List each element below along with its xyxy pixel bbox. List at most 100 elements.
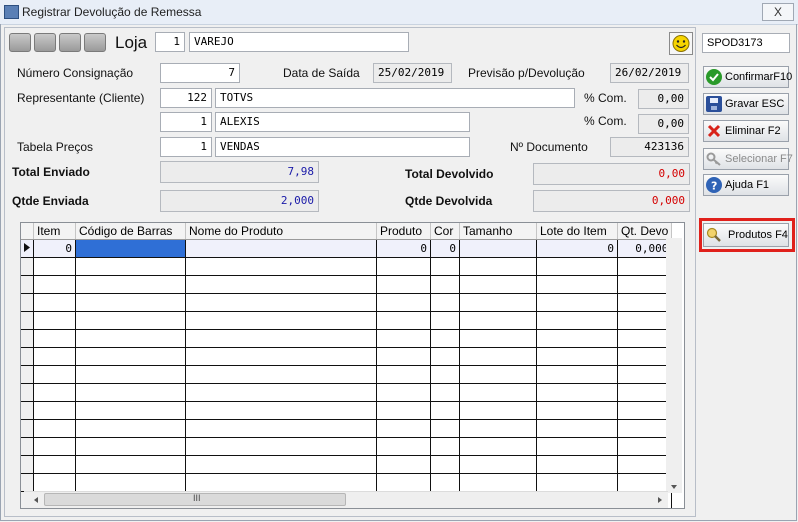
grid-cell[interactable] [33,347,76,366]
eliminar-button[interactable]: Eliminar F2 [703,120,789,142]
sub-code-field[interactable]: 1 [160,112,212,132]
grid-cell[interactable] [33,311,76,330]
nav-next-button[interactable] [59,33,81,52]
grid-cell[interactable] [75,401,186,420]
grid-cell[interactable] [33,275,76,294]
grid-cell[interactable] [459,455,537,474]
grid-cell[interactable] [185,383,377,402]
numero-consignacao-field[interactable]: 7 [160,63,240,83]
grid-cell[interactable] [430,275,460,294]
col-header-item[interactable]: Item [33,223,76,240]
grid-cell[interactable] [617,401,673,420]
grid-cell[interactable] [376,257,431,276]
col-header-nome-produto[interactable]: Nome do Produto [185,223,377,240]
grid-cell[interactable] [430,383,460,402]
ajuda-button[interactable]: ? Ajuda F1 [703,174,789,196]
grid-cell[interactable] [33,329,76,348]
grid-scroll-thumb[interactable]: III [44,493,346,506]
table-row-empty[interactable] [21,401,673,420]
grid-cell[interactable] [617,257,673,276]
grid-cell[interactable] [75,329,186,348]
grid-cell[interactable] [33,473,76,492]
table-row-empty[interactable] [21,275,673,294]
selecionar-button[interactable]: Selecionar F7 [703,148,793,170]
grid-cell[interactable] [536,293,618,312]
grid-cell[interactable] [459,329,537,348]
grid-cell[interactable] [459,311,537,330]
grid-cell[interactable] [185,455,377,474]
col-header-lote[interactable]: Lote do Item [536,223,618,240]
table-row-empty[interactable] [21,455,673,474]
loja-code-field[interactable]: 1 [155,32,185,52]
representante-name-field[interactable]: TOTVS [215,88,575,108]
grid-cell[interactable] [33,383,76,402]
grid-cell[interactable] [185,347,377,366]
table-row-empty[interactable] [21,311,673,330]
grid-cell[interactable] [430,365,460,384]
grid-cell[interactable] [536,329,618,348]
grid-cell[interactable] [185,275,377,294]
table-row-empty[interactable] [21,383,673,402]
grid-cell[interactable] [617,419,673,438]
smiley-button[interactable] [669,32,693,55]
grid-cell[interactable] [459,275,537,294]
col-header-qt-devo[interactable]: Qt. Devo [617,223,673,240]
grid-cell[interactable] [536,257,618,276]
grid-vertical-scrollbar[interactable] [666,238,682,493]
col-header-codigo-barras[interactable]: Código de Barras [75,223,186,240]
sub-name-field[interactable]: ALEXIS [215,112,470,132]
grid-cell[interactable] [185,311,377,330]
grid-cell[interactable] [376,383,431,402]
grid-cell[interactable] [536,401,618,420]
scroll-right-icon[interactable] [658,497,662,503]
representante-code-field[interactable]: 122 [160,88,212,108]
grid-cell[interactable] [75,311,186,330]
grid-cell[interactable] [376,437,431,456]
grid-cell[interactable] [459,347,537,366]
grid-cell[interactable] [376,347,431,366]
grid-cell[interactable] [75,455,186,474]
cell-qt-devo[interactable]: 0,000 [617,239,673,258]
grid-cell[interactable] [617,293,673,312]
cell-produto[interactable]: 0 [376,239,431,258]
grid-cell[interactable] [430,311,460,330]
grid-cell[interactable] [33,365,76,384]
grid-cell[interactable] [536,347,618,366]
grid-cell[interactable] [33,437,76,456]
grid-cell[interactable] [617,329,673,348]
grid-cell[interactable] [185,365,377,384]
grid-cell[interactable] [459,257,537,276]
table-row-empty[interactable] [21,437,673,456]
nav-prev-button[interactable] [34,33,56,52]
grid-cell[interactable] [185,419,377,438]
grid-cell[interactable] [617,473,673,492]
grid-cell[interactable] [536,455,618,474]
grid-cell[interactable] [617,455,673,474]
grid-cell[interactable] [459,473,537,492]
grid-cell[interactable] [185,401,377,420]
grid-cell[interactable] [75,293,186,312]
grid-cell[interactable] [376,419,431,438]
grid-cell[interactable] [376,401,431,420]
scroll-left-icon[interactable] [34,497,38,503]
nav-first-button[interactable] [9,33,31,52]
grid-cell[interactable] [430,419,460,438]
grid-cell[interactable] [33,455,76,474]
loja-name-field[interactable]: VAREJO [189,32,409,52]
close-button[interactable]: X [762,3,794,21]
grid-cell[interactable] [459,419,537,438]
grid-cell[interactable] [185,257,377,276]
grid-cell[interactable] [75,383,186,402]
grid-cell[interactable] [459,401,537,420]
grid-cell[interactable] [33,293,76,312]
grid-cell[interactable] [376,473,431,492]
grid-cell[interactable] [185,329,377,348]
produtos-button[interactable]: Produtos F4 [703,223,789,247]
grid-cell[interactable] [376,293,431,312]
grid-cell[interactable] [33,257,76,276]
grid-cell[interactable] [430,293,460,312]
table-row-empty[interactable] [21,365,673,384]
table-row[interactable]: 0 0 0 0 0,000 [21,239,673,258]
grid-cell[interactable] [617,383,673,402]
grid-cell[interactable] [617,347,673,366]
